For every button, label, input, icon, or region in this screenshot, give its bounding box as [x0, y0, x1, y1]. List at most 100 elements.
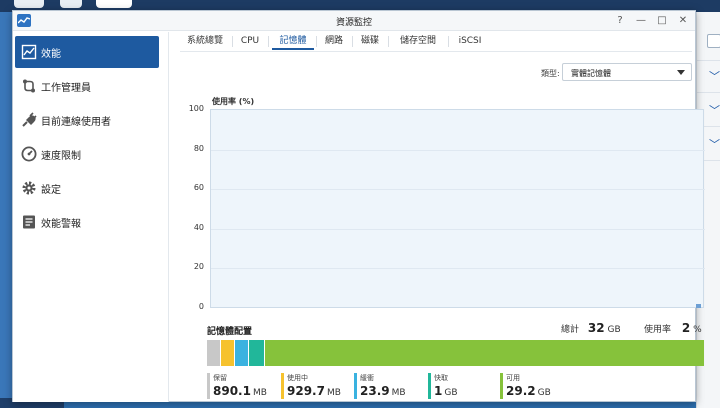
desktop-tab — [60, 0, 82, 8]
list-icon — [23, 215, 35, 229]
background-divider — [697, 60, 720, 61]
tab-volume[interactable]: 儲存空間 — [390, 32, 446, 50]
speedometer-icon — [21, 146, 37, 162]
tab-memory[interactable]: 記憶體 — [272, 32, 314, 50]
gear-icon — [22, 181, 36, 195]
memory-allocation-bar — [207, 340, 704, 366]
chevron-down-icon[interactable]: ﹀ — [709, 68, 720, 84]
chevron-down-icon[interactable]: ﹀ — [709, 136, 720, 152]
chevron-down-icon[interactable]: ﹀ — [709, 102, 720, 118]
minimize-button[interactable]: — — [634, 14, 648, 27]
legend-unit: MB — [326, 388, 341, 398]
gridline — [211, 268, 705, 270]
memory-panel: 系統總覽 CPU 記憶體 網路 磁碟 儲存空間 iSCSI 類型: 實體記憶體 … — [170, 32, 705, 402]
type-label: 類型: — [541, 69, 560, 78]
legend-name: 快取 — [434, 374, 448, 382]
legend-unit: GB — [444, 388, 458, 398]
tab-disk[interactable]: 磁碟 — [354, 32, 386, 50]
sidebar-item-speed-limit[interactable]: 速度限制 — [15, 138, 159, 170]
total-value: 32 — [587, 321, 605, 335]
memory-type-value: 實體記憶體 — [571, 69, 611, 78]
usage-percent: 使用率 2 % — [644, 321, 702, 335]
allocation-segment — [264, 340, 704, 366]
sidebar-item-settings[interactable]: 設定 — [15, 172, 159, 204]
tab-iscsi[interactable]: iSCSI — [450, 32, 490, 50]
plot-area — [210, 109, 705, 308]
y-tick-label: 20 — [193, 262, 204, 272]
sidebar: 效能 工作管理員 目前連線使用者 速度限制 設定 效能警報 — [13, 32, 169, 402]
gridline — [211, 149, 705, 151]
sidebar-item-label: 效能 — [41, 49, 61, 60]
y-tick-label: 100 — [188, 104, 204, 113]
legend-value: 23.9 MB — [360, 384, 406, 398]
memory-type-select[interactable]: 實體記憶體 — [562, 63, 692, 81]
sidebar-item-performance-alerts[interactable]: 效能警報 — [15, 206, 159, 238]
legend-value: 929.7 MB — [287, 384, 341, 398]
gridline — [211, 228, 705, 230]
usage-unit: % — [693, 325, 702, 335]
sidebar-item-label: 工作管理員 — [41, 83, 91, 94]
legend-swatch — [207, 373, 210, 399]
sidebar-item-connected-users[interactable]: 目前連線使用者 — [15, 104, 159, 136]
sidebar-item-label: 速度限制 — [41, 151, 81, 162]
legend-swatch — [428, 373, 431, 399]
caret-down-icon — [677, 70, 685, 75]
gridline — [211, 189, 705, 191]
legend-value: 890.1 MB — [213, 384, 267, 398]
task-manager-icon — [23, 79, 35, 93]
usage-value: 2 — [681, 321, 691, 335]
plug-icon — [22, 112, 37, 127]
sidebar-item-task-manager[interactable]: 工作管理員 — [15, 70, 159, 102]
legend-number: 1 — [434, 384, 443, 398]
legend-unit: GB — [537, 388, 551, 398]
legend-value: 1 GB — [434, 384, 458, 398]
legend-name: 可用 — [506, 374, 520, 382]
sidebar-item-label: 效能警報 — [41, 219, 81, 230]
memory-usage-chart — [210, 109, 705, 309]
tab-divider — [448, 36, 449, 47]
background-menu-button[interactable] — [707, 34, 720, 48]
background-divider — [697, 92, 720, 93]
legend-name: 保留 — [213, 374, 227, 382]
close-button[interactable]: ✕ — [676, 14, 690, 27]
help-button[interactable]: ? — [613, 14, 627, 27]
allocation-segment — [207, 340, 220, 366]
desktop-left-edge — [0, 12, 12, 408]
legend-name: 緩衝 — [360, 374, 374, 382]
legend-number: 890.1 — [213, 384, 251, 398]
legend-number: 23.9 — [360, 384, 390, 398]
usage-label: 使用率 — [644, 325, 672, 335]
sidebar-item-performance[interactable]: 效能 — [15, 36, 159, 68]
legend-swatch — [354, 373, 357, 399]
y-axis-title: 使用率 (%) — [212, 97, 255, 106]
sidebar-item-label: 目前連線使用者 — [41, 117, 111, 128]
resource-monitor-window: 資源監控 ? — □ ✕ 效能 工作管理員 目前連線使用者 速度限制 設定 效能… — [12, 10, 705, 402]
chart-icon — [21, 44, 37, 60]
tab-divider — [316, 36, 317, 47]
usage-data-mark — [696, 304, 701, 308]
desktop-tab — [96, 0, 132, 8]
legend-unit: MB — [252, 388, 267, 398]
memory-allocation-title: 記憶體配置 — [207, 327, 253, 337]
tab-cpu[interactable]: CPU — [234, 32, 266, 50]
allocation-segment — [221, 340, 235, 366]
legend-swatch — [281, 373, 284, 399]
y-tick-label: 0 — [198, 302, 204, 311]
tab-divider — [352, 36, 353, 47]
tab-underline — [180, 51, 692, 52]
y-tick-label: 80 — [193, 143, 204, 153]
legend-number: 929.7 — [287, 384, 325, 398]
legend-value: 29.2 GB — [506, 384, 551, 398]
y-tick-label: 40 — [193, 222, 204, 232]
total-unit: GB — [607, 325, 621, 335]
tab-network[interactable]: 網路 — [318, 32, 350, 50]
title-bar[interactable]: 資源監控 ? — □ ✕ — [13, 11, 695, 31]
total-memory: 總計 32 GB — [561, 321, 621, 335]
legend-number: 29.2 — [506, 384, 536, 398]
tab-overview[interactable]: 系統總覽 — [180, 32, 230, 50]
legend-name: 使用中 — [287, 374, 308, 382]
window-title: 資源監控 — [335, 18, 372, 28]
maximize-button[interactable]: □ — [655, 14, 669, 27]
tab-divider — [268, 36, 269, 47]
allocation-segment — [249, 340, 264, 366]
